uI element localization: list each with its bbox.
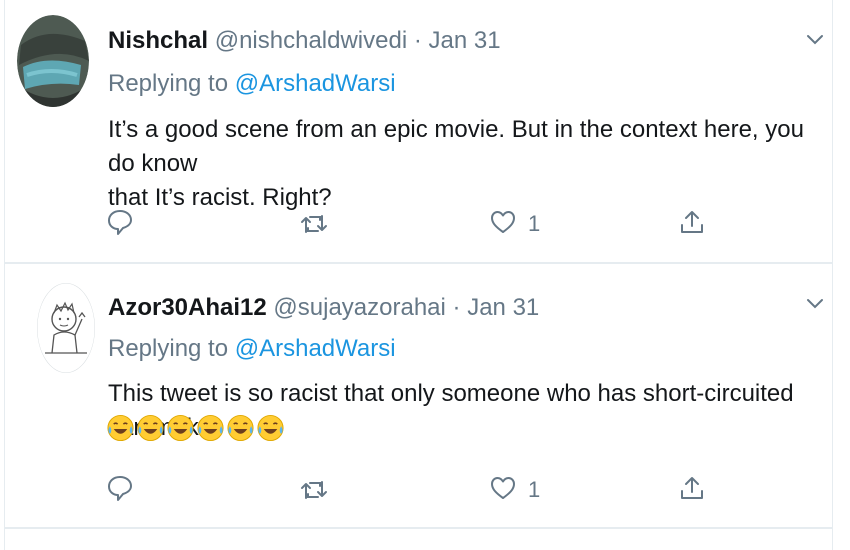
tweet-text-line: that It’s racist. Right?: [108, 184, 332, 211]
chevron-down-icon[interactable]: [804, 292, 826, 314]
share-icon[interactable]: [678, 474, 706, 502]
user-handle[interactable]: @sujayazorahai: [273, 294, 445, 321]
tweet-divider: [5, 262, 832, 264]
separator-dot: ·: [452, 294, 461, 321]
tweet-header: Nishchal @nishchaldwivedi · Jan 31: [108, 27, 501, 55]
tears-of-joy-emoji-icon: [227, 414, 254, 442]
tweet-header: Azor30Ahai12 @sujayazorahai · Jan 31: [108, 294, 539, 322]
replying-prefix: Replying to: [108, 70, 229, 97]
display-name[interactable]: Azor30Ahai12: [108, 294, 267, 321]
tweet-divider: [5, 527, 832, 529]
tweet-text: It’s a good scene from an epic movie. Bu…: [108, 113, 828, 215]
share-icon[interactable]: [678, 208, 706, 236]
avatar[interactable]: [37, 283, 95, 373]
thread-right-border: [832, 0, 833, 550]
avatar-image: [17, 15, 89, 107]
tears-of-joy-emoji-icon: [137, 414, 164, 442]
mention-link[interactable]: @ArshadWarsi: [235, 70, 396, 97]
display-name[interactable]: Nishchal: [108, 27, 208, 54]
separator-dot: ·: [413, 27, 422, 54]
user-handle[interactable]: @nishchaldwivedi: [215, 27, 407, 54]
like-count: 1: [528, 477, 541, 502]
heart-icon[interactable]: [489, 208, 517, 236]
avatar[interactable]: [17, 15, 89, 107]
thread-left-border: [4, 0, 5, 550]
like-count: 1: [528, 211, 541, 236]
replying-to: Replying to @ArshadWarsi: [108, 335, 396, 363]
reply-icon[interactable]: [106, 208, 134, 236]
avatar-image: [37, 283, 95, 373]
tweet-thread: Nishchal @nishchaldwivedi · Jan 31 Reply…: [0, 0, 850, 550]
tears-of-joy-emoji-icon: [257, 414, 284, 442]
tears-of-joy-emoji-icon: [167, 414, 194, 442]
retweet-icon[interactable]: [300, 210, 328, 238]
tears-of-joy-emoji-icon: [107, 414, 134, 442]
tweet-text-line: It’s a good scene from an epic movie. Bu…: [108, 116, 804, 177]
emoji-row: [106, 413, 285, 443]
retweet-icon[interactable]: [300, 476, 328, 504]
reply-icon[interactable]: [106, 474, 134, 502]
chevron-down-icon[interactable]: [804, 28, 826, 50]
heart-icon[interactable]: [489, 474, 517, 502]
tweet-date[interactable]: Jan 31: [467, 294, 539, 321]
mention-link[interactable]: @ArshadWarsi: [235, 335, 396, 362]
tears-of-joy-emoji-icon: [197, 414, 224, 442]
tweet-date[interactable]: Jan 31: [429, 27, 501, 54]
replying-prefix: Replying to: [108, 335, 229, 362]
replying-to: Replying to @ArshadWarsi: [108, 70, 396, 98]
